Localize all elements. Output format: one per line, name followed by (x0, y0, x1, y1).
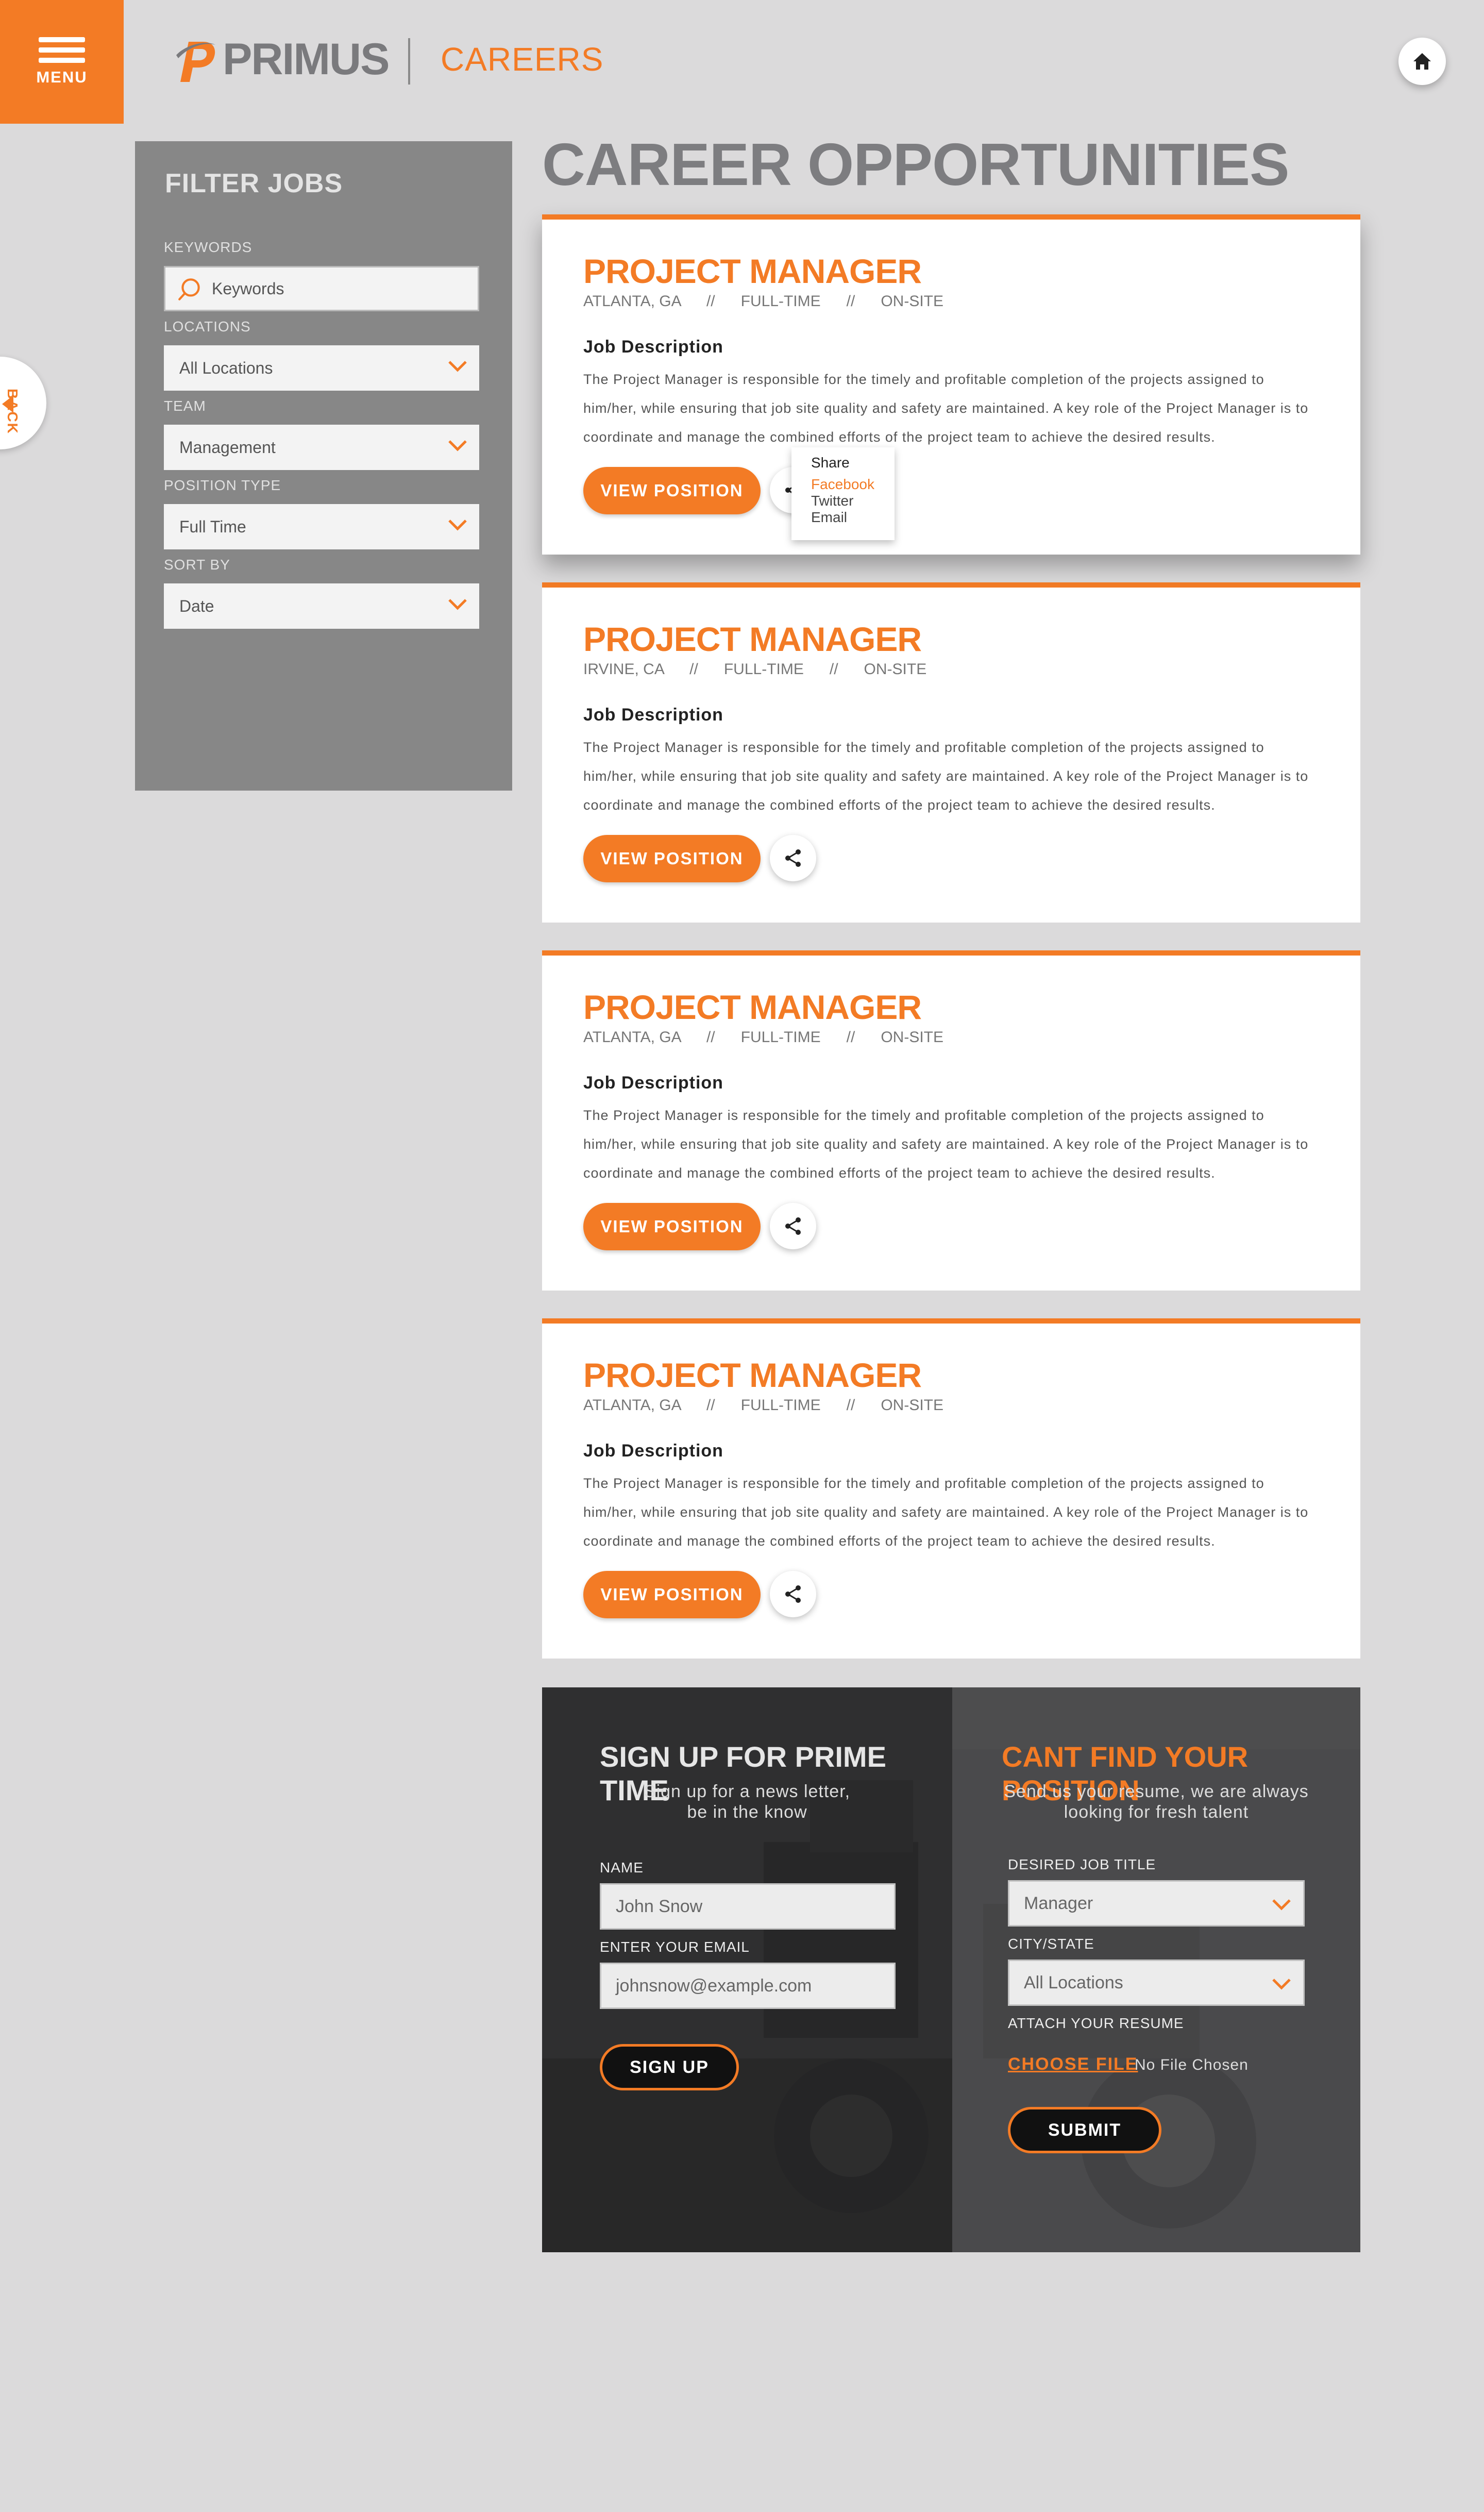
job-title[interactable]: PROJECT MANAGER (583, 1355, 922, 1395)
sort-value: Date (179, 596, 214, 615)
sort-label: SORT BY (164, 557, 230, 573)
job-card: PROJECT MANAGER IRVINE, CA // FULL-TIME … (542, 582, 1360, 923)
job-title-select[interactable]: Manager (1008, 1880, 1305, 1927)
share-menu: Share Facebook Twitter Email (791, 447, 895, 540)
chevron-down-icon (448, 520, 467, 531)
share-menu-title: Share (811, 455, 850, 471)
view-position-button[interactable]: VIEW POSITION (583, 1203, 761, 1250)
submit-button[interactable]: SUBMIT (1008, 2107, 1161, 2153)
bottom-forms: SIGN UP FOR PRIME TIME Sign up for a new… (542, 1687, 1360, 2252)
city-label: CITY/STATE (1008, 1936, 1094, 1952)
share-button[interactable] (770, 1203, 816, 1249)
view-position-button[interactable]: VIEW POSITION (583, 835, 761, 882)
job-title[interactable]: PROJECT MANAGER (583, 987, 922, 1027)
name-input[interactable]: John Snow (600, 1883, 896, 1930)
resume-panel: CANT FIND YOUR POSITION Send us your res… (952, 1687, 1360, 2252)
section-title: CAREERS (441, 41, 604, 78)
search-icon (178, 278, 200, 300)
city-select[interactable]: All Locations (1008, 1960, 1305, 2006)
locations-label: LOCATIONS (164, 319, 251, 334)
view-position-button[interactable]: VIEW POSITION (583, 1571, 761, 1618)
position-type-value: Full Time (179, 517, 246, 536)
job-description: The Project Manager is responsible for t… (583, 1108, 1309, 1181)
job-card: PROJECT MANAGER ATLANTA, GA // FULL-TIME… (542, 1318, 1360, 1659)
home-icon (1413, 53, 1431, 70)
attach-resume-label: ATTACH YOUR RESUME (1008, 2015, 1184, 2031)
job-meta: IRVINE, CA // FULL-TIME // ON-SITE (583, 661, 927, 678)
email-label: ENTER YOUR EMAIL (600, 1939, 750, 1955)
job-title[interactable]: PROJECT MANAGER (583, 619, 922, 659)
job-description-label: Job Description (583, 705, 723, 725)
name-label: NAME (600, 1860, 644, 1875)
keywords-placeholder: Keywords (212, 279, 284, 298)
filter-panel: FILTER JOBS KEYWORDS Keywords LOCATIONS … (135, 141, 512, 791)
position-type-label: POSITION TYPE (164, 477, 281, 493)
keywords-label: KEYWORDS (164, 239, 252, 255)
choose-file-button[interactable]: CHOOSE FILE (1008, 2054, 1138, 2074)
share-icon (785, 1585, 801, 1603)
resume-subtitle-line2: looking for fresh talent (1064, 1802, 1249, 1822)
view-position-button[interactable]: VIEW POSITION (583, 467, 761, 514)
chevron-down-icon (448, 599, 467, 610)
keywords-input[interactable]: Keywords (164, 266, 479, 311)
chevron-down-icon (448, 440, 467, 451)
job-meta: ATLANTA, GA // FULL-TIME // ON-SITE (583, 1029, 943, 1046)
signup-panel: SIGN UP FOR PRIME TIME Sign up for a new… (542, 1687, 952, 2252)
chevron-down-icon (1272, 1899, 1291, 1911)
header-divider (408, 38, 410, 85)
job-description-label: Job Description (583, 1073, 723, 1093)
sort-select[interactable]: Date (164, 583, 479, 629)
sign-up-button[interactable]: SIGN UP (600, 2044, 739, 2090)
team-value: Management (179, 438, 276, 457)
share-button[interactable] (770, 1571, 816, 1617)
job-title[interactable]: PROJECT MANAGER (583, 252, 922, 291)
email-input-value: johnsnow@example.com (616, 1975, 812, 1996)
job-description: The Project Manager is responsible for t… (583, 740, 1309, 813)
logo-text: PRIMUS (223, 34, 390, 84)
home-button[interactable] (1398, 38, 1446, 85)
team-select[interactable]: Management (164, 425, 479, 470)
filter-title: FILTER JOBS (165, 169, 343, 198)
signup-subtitle-line2: be in the know (687, 1802, 807, 1822)
hamburger-icon-bar (39, 47, 85, 53)
hamburger-icon (39, 37, 85, 42)
back-label: BACK (5, 389, 21, 434)
locations-value: All Locations (179, 358, 273, 377)
name-input-value: John Snow (616, 1896, 703, 1916)
job-card: PROJECT MANAGER ATLANTA, GA // FULL-TIME… (542, 950, 1360, 1291)
job-description: The Project Manager is responsible for t… (583, 1476, 1309, 1549)
signup-subtitle-line1: Sign up for a news letter, (644, 1782, 851, 1801)
job-title-label: DESIRED JOB TITLE (1008, 1856, 1156, 1872)
job-meta: ATLANTA, GA // FULL-TIME // ON-SITE (583, 293, 943, 310)
chevron-down-icon (448, 361, 467, 372)
team-label: TEAM (164, 398, 206, 414)
locations-select[interactable]: All Locations (164, 345, 479, 391)
page-title: CAREER OPPORTUNITIES (542, 131, 1289, 198)
resume-subtitle-line1: Send us your resume, we are always (1004, 1782, 1309, 1801)
job-description-label: Job Description (583, 337, 723, 357)
email-input[interactable]: johnsnow@example.com (600, 1963, 896, 2009)
menu-button[interactable]: MENU (0, 0, 124, 124)
position-type-select[interactable]: Full Time (164, 504, 479, 549)
share-facebook-link[interactable]: Facebook (811, 476, 874, 493)
job-card: PROJECT MANAGER ATLANTA, GA // FULL-TIME… (542, 214, 1360, 555)
no-file-chosen-text: No File Chosen (1135, 2056, 1249, 2073)
share-email-link[interactable]: Email (811, 509, 847, 526)
chevron-down-icon (1272, 1979, 1291, 1990)
share-icon (785, 1217, 801, 1235)
job-description-label: Job Description (583, 1441, 723, 1461)
menu-label: MENU (36, 68, 88, 86)
job-title-value: Manager (1024, 1893, 1093, 1913)
share-twitter-link[interactable]: Twitter (811, 493, 853, 509)
job-description: The Project Manager is responsible for t… (583, 372, 1309, 445)
primus-logo-icon (176, 42, 215, 82)
job-meta: ATLANTA, GA // FULL-TIME // ON-SITE (583, 1397, 943, 1414)
share-button[interactable] (770, 835, 816, 881)
logo[interactable]: PRIMUS (175, 31, 390, 88)
hamburger-icon-bar (39, 58, 85, 63)
back-button[interactable]: BACK (0, 357, 46, 449)
city-value: All Locations (1024, 1972, 1123, 1992)
share-icon (785, 849, 801, 867)
